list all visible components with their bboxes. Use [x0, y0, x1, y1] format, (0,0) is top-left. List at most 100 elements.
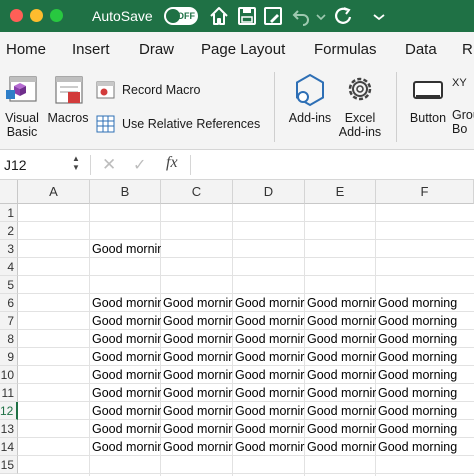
cell-d12[interactable]: Good mornir	[233, 402, 305, 420]
tab-page-layout[interactable]: Page Layout	[201, 41, 285, 58]
button-control-button[interactable]: Button	[404, 72, 452, 125]
row-header-7[interactable]: 7	[0, 312, 18, 330]
cell-c7[interactable]: Good mornir	[161, 312, 233, 330]
row-header-12[interactable]: 12	[0, 402, 18, 420]
row-header-8[interactable]: 8	[0, 330, 18, 348]
cell-f6[interactable]: Good morning	[376, 294, 474, 312]
select-all-corner[interactable]	[0, 180, 18, 204]
save-icon[interactable]	[236, 5, 258, 27]
use-relative-references-button[interactable]: Use Relative References	[96, 114, 266, 134]
cell-c11[interactable]: Good mornir	[161, 384, 233, 402]
column-header-a[interactable]: A	[18, 180, 90, 204]
cell-e10[interactable]: Good mornir	[305, 366, 376, 384]
cell-f7[interactable]: Good morning	[376, 312, 474, 330]
cell-e7[interactable]: Good mornir	[305, 312, 376, 330]
minimize-window-button[interactable]	[30, 9, 43, 22]
gear-icon	[348, 77, 372, 101]
cell-d10[interactable]: Good mornir	[233, 366, 305, 384]
row-header-13[interactable]: 13	[0, 420, 18, 438]
tab-home[interactable]: Home	[6, 41, 46, 58]
cell-f14[interactable]: Good morning	[376, 438, 474, 456]
cell-f13[interactable]: Good morning	[376, 420, 474, 438]
row-header-4[interactable]: 4	[0, 258, 18, 276]
cell-b6[interactable]: Good mornin	[90, 294, 161, 312]
cell-b14[interactable]: Good mornin	[90, 438, 161, 456]
column-header-b[interactable]: B	[90, 180, 161, 204]
row-header-10[interactable]: 10	[0, 366, 18, 384]
row-header-9[interactable]: 9	[0, 348, 18, 366]
cell-d7[interactable]: Good mornir	[233, 312, 305, 330]
row-header-6[interactable]: 6	[0, 294, 18, 312]
close-window-button[interactable]	[10, 9, 23, 22]
undo-icon[interactable]	[290, 5, 312, 27]
column-header-e[interactable]: E	[305, 180, 376, 204]
cell-e12[interactable]: Good mornir	[305, 402, 376, 420]
cell-e13[interactable]: Good mornir	[305, 420, 376, 438]
tab-review[interactable]: R	[462, 41, 473, 58]
home-icon[interactable]	[208, 5, 230, 27]
cell-d9[interactable]: Good mornir	[233, 348, 305, 366]
autosave-toggle[interactable]: OFF	[164, 7, 198, 25]
cell-c6[interactable]: Good mornir	[161, 294, 233, 312]
cell-c13[interactable]: Good mornir	[161, 420, 233, 438]
name-box-stepper-icon[interactable]: ▲ ▼	[72, 154, 80, 172]
excel-add-ins-button[interactable]: Excel Add-ins	[334, 72, 386, 139]
row-header-15[interactable]: 15	[0, 456, 18, 474]
more-icon[interactable]	[368, 5, 385, 27]
cell-d8[interactable]: Good mornir	[233, 330, 305, 348]
cell-b9[interactable]: Good mornin	[90, 348, 161, 366]
row-header-11[interactable]: 11	[0, 384, 18, 402]
row-header-3[interactable]: 3	[0, 240, 18, 258]
column-header-d[interactable]: D	[233, 180, 305, 204]
tab-draw[interactable]: Draw	[139, 41, 174, 58]
formula-input[interactable]	[196, 155, 466, 175]
cell-f8[interactable]: Good morning	[376, 330, 474, 348]
macros-button[interactable]: Macros	[46, 72, 90, 125]
cell-f10[interactable]: Good morning	[376, 366, 474, 384]
cell-e11[interactable]: Good mornir	[305, 384, 376, 402]
cell-d14[interactable]: Good mornir	[233, 438, 305, 456]
tab-data[interactable]: Data	[405, 41, 437, 58]
maximize-window-button[interactable]	[50, 9, 63, 22]
cell-d6[interactable]: Good mornir	[233, 294, 305, 312]
cell-c10[interactable]: Good mornir	[161, 366, 233, 384]
cell-c8[interactable]: Good mornir	[161, 330, 233, 348]
cell-b8[interactable]: Good mornin	[90, 330, 161, 348]
tab-formulas[interactable]: Formulas	[314, 41, 377, 58]
group-box-button[interactable]: XY Grou Bo	[452, 72, 474, 136]
cell-f9[interactable]: Good morning	[376, 348, 474, 366]
insert-function-button[interactable]: fx	[166, 154, 178, 172]
record-macro-button[interactable]: Record Macro	[96, 80, 266, 100]
cell-e9[interactable]: Good mornir	[305, 348, 376, 366]
cell-d13[interactable]: Good mornir	[233, 420, 305, 438]
visual-basic-button[interactable]: Visual Basic	[2, 72, 42, 139]
cancel-icon[interactable]: ✕	[102, 155, 116, 175]
cell-e6[interactable]: Good mornir	[305, 294, 376, 312]
cell-b3[interactable]: Good morning	[90, 240, 161, 258]
cell-b11[interactable]: Good mornin	[90, 384, 161, 402]
cell-f11[interactable]: Good morning	[376, 384, 474, 402]
cell-c14[interactable]: Good mornir	[161, 438, 233, 456]
row-header-1[interactable]: 1	[0, 204, 18, 222]
tab-insert[interactable]: Insert	[72, 41, 110, 58]
add-ins-button[interactable]: Add-ins	[284, 72, 336, 125]
cell-e8[interactable]: Good mornir	[305, 330, 376, 348]
cell-e14[interactable]: Good mornir	[305, 438, 376, 456]
save-edit-icon[interactable]	[262, 5, 284, 27]
row-header-2[interactable]: 2	[0, 222, 18, 240]
cell-b13[interactable]: Good mornin	[90, 420, 161, 438]
row-header-5[interactable]: 5	[0, 276, 18, 294]
column-header-c[interactable]: C	[161, 180, 233, 204]
cell-c9[interactable]: Good mornir	[161, 348, 233, 366]
cell-b7[interactable]: Good mornin	[90, 312, 161, 330]
cell-c12[interactable]: Good mornir	[161, 402, 233, 420]
row-header-14[interactable]: 14	[0, 438, 18, 456]
cell-b10[interactable]: Good mornin	[90, 366, 161, 384]
cell-f12[interactable]: Good morning	[376, 402, 474, 420]
column-header-f[interactable]: F	[376, 180, 474, 204]
cell-b12[interactable]: Good mornin	[90, 402, 161, 420]
confirm-icon[interactable]: ✓	[133, 155, 146, 175]
undo-dropdown-icon[interactable]	[310, 5, 326, 27]
cell-d11[interactable]: Good mornir	[233, 384, 305, 402]
redo-icon[interactable]	[332, 5, 354, 27]
